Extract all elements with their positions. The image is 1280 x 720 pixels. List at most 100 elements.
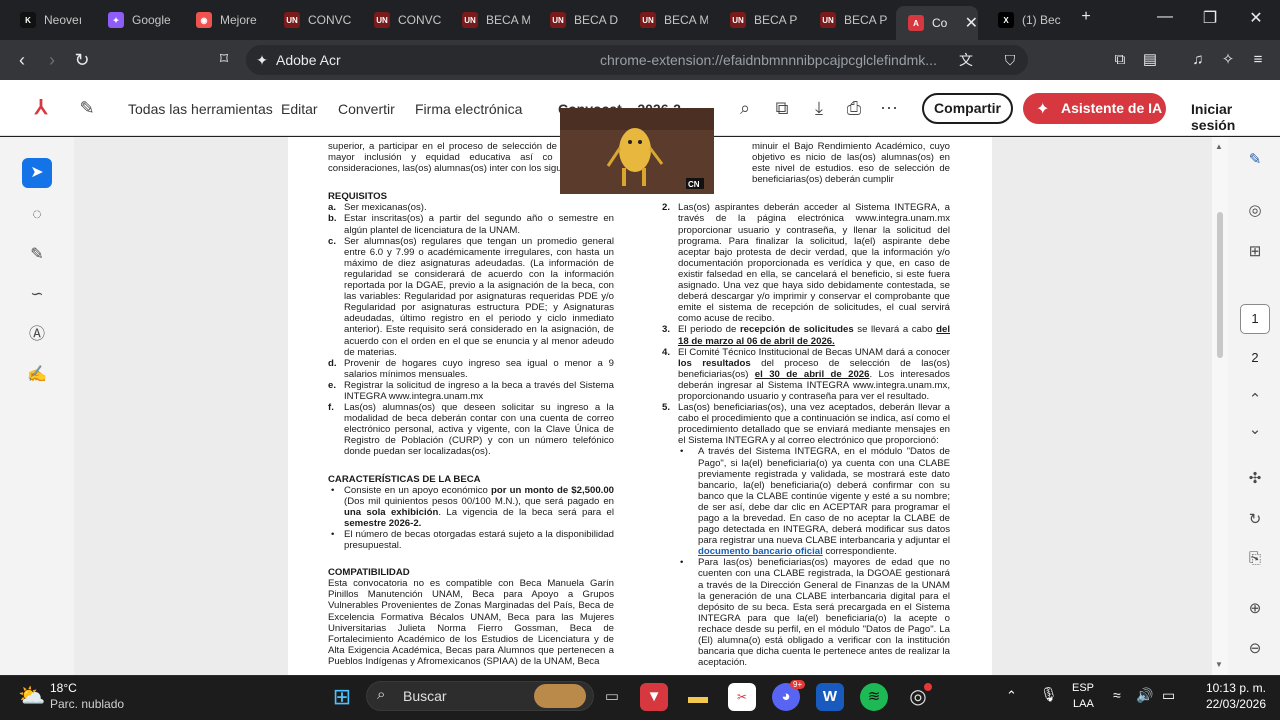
sub-bullet: A través del Sistema INTEGRA, en el módu… <box>678 446 950 557</box>
acrobat-logo-icon[interactable]: ⅄ <box>30 97 52 119</box>
rotate-icon[interactable]: ↻ <box>1243 508 1267 532</box>
highlight-pen-icon[interactable]: ✎ <box>22 240 52 270</box>
video-overlay[interactable]: CN <box>560 108 714 194</box>
tab-favicon-icon: ◉ <box>196 12 212 28</box>
volume-icon[interactable]: 🔊 <box>1136 687 1153 704</box>
extensions-icon[interactable]: ⧉ <box>1108 48 1132 72</box>
browser-tab[interactable]: X (1) Bec <box>986 6 1072 34</box>
edit-document-icon[interactable]: ✎ <box>1243 148 1267 172</box>
page-thumb-2[interactable]: 2 <box>1240 346 1270 370</box>
numbered-item: 5. Las(os) beneficiarias(os), una vez ace… <box>662 402 950 447</box>
zoom-out-icon[interactable]: ⊖ <box>1243 637 1267 661</box>
tab-title: Mejore <box>220 13 257 27</box>
pdf-page[interactable]: superior, a participar en el proceso de … <box>288 137 992 675</box>
menu-icon[interactable]: ≡ <box>1246 48 1270 72</box>
browser-tab[interactable]: UN BECA P <box>718 6 804 34</box>
search-icon[interactable]: ⌕ <box>734 97 756 119</box>
windows-start-icon[interactable]: ⊞ <box>328 683 356 711</box>
browser-tab[interactable]: ◉ Mejore <box>184 6 270 34</box>
zoom-in-icon[interactable]: ⊕ <box>1243 597 1267 621</box>
browser-tab[interactable]: UN BECA M <box>450 6 536 34</box>
weather-temp[interactable]: 18°C <box>50 681 77 695</box>
wifi-icon[interactable]: ≈ <box>1113 687 1121 703</box>
minimize-button[interactable]: — <box>1153 8 1177 26</box>
bookmark-icon[interactable]: ⌑ <box>212 48 236 72</box>
select-cursor-icon[interactable]: ➤ <box>22 158 52 188</box>
page-view-icon[interactable]: ⧉ <box>771 97 793 119</box>
text-box-icon[interactable]: Ⓐ <box>22 320 52 350</box>
page-thumb-1[interactable]: 1 <box>1240 304 1270 334</box>
numbered-item: 3. El periodo de recepción de solicitudes… <box>662 324 950 347</box>
scrollbar-thumb[interactable] <box>1217 212 1223 358</box>
media-icon[interactable]: ♫ <box>1186 48 1210 72</box>
browser-tab[interactable]: UN CONVC <box>362 6 448 34</box>
back-icon[interactable]: ‹ <box>10 48 34 72</box>
tray-chevron-icon[interactable]: ⌃ <box>1006 688 1017 704</box>
browser-tab[interactable]: UN CONVC <box>272 6 358 34</box>
more-options-icon[interactable]: ⋯ <box>878 97 900 119</box>
comment-panel-icon[interactable]: ◎ <box>1243 199 1267 223</box>
clock-date[interactable]: 22/03/2026 <box>1200 697 1266 711</box>
draw-freehand-icon[interactable]: ∽ <box>22 280 52 310</box>
menu-esign[interactable]: Firma electrónica <box>415 101 522 117</box>
scroll-up-icon[interactable]: ▲ <box>1215 142 1223 151</box>
tab-favicon-icon: UN <box>374 12 390 28</box>
download-icon[interactable]: ⤓ <box>808 97 830 119</box>
browser-tab[interactable]: A Co ✕ <box>896 6 978 40</box>
tab-title: Co <box>932 16 948 30</box>
search-icon: ⌕ <box>377 686 386 703</box>
tab-favicon-icon: UN <box>820 12 836 28</box>
scroll-down-icon[interactable]: ▼ <box>1215 660 1223 669</box>
tab-close-icon[interactable]: ✕ <box>965 13 978 33</box>
share-button[interactable]: Compartir <box>922 93 1013 124</box>
lang-esp[interactable]: ESP <box>1072 682 1094 694</box>
word-icon[interactable]: W <box>816 683 844 711</box>
tab-title: BECA P <box>754 13 798 27</box>
comment-icon[interactable]: ◌ <box>22 200 52 230</box>
thumbnails-grid-icon[interactable]: ⊞ <box>1243 240 1267 264</box>
browser-tab[interactable]: ✦ Google <box>96 6 182 34</box>
brave-browser-icon[interactable]: ▼ <box>640 683 668 711</box>
menu-convert[interactable]: Convertir <box>338 101 395 117</box>
reader-mode-icon[interactable]: ▤ <box>1138 48 1162 72</box>
clock-time[interactable]: 10:13 p. m. <box>1200 681 1266 695</box>
snipping-tool-icon[interactable]: ✂ <box>728 683 756 711</box>
requisito-item: f. Las(os) alumnas(os) que deseen solicit… <box>328 402 614 458</box>
microphone-icon[interactable]: 🎙 <box>1040 686 1058 703</box>
tab-title: Google <box>132 13 171 27</box>
page-down-icon[interactable]: ⌄ <box>1243 418 1267 442</box>
menu-edit[interactable]: Editar <box>281 101 318 117</box>
sign-icon[interactable]: ✍ <box>22 360 52 390</box>
save-page-icon[interactable]: ⎘ <box>1243 547 1267 571</box>
browser-tab[interactable]: UN BECA D <box>538 6 624 34</box>
search-highlight-image[interactable] <box>534 684 586 708</box>
new-tab-button[interactable]: + <box>1074 8 1098 26</box>
auto-scroll-icon[interactable]: ✣ <box>1243 467 1267 491</box>
brave-shield-icon[interactable]: ⛉ <box>998 48 1022 72</box>
browser-tab[interactable]: UN BECA P <box>808 6 894 34</box>
maximize-button[interactable]: ❐ <box>1198 8 1222 28</box>
menu-all-tools[interactable]: Todas las herramientas <box>128 101 273 117</box>
ai-tools-icon[interactable]: ✎ <box>76 97 98 119</box>
page-up-icon[interactable]: ⌃ <box>1243 388 1267 412</box>
print-icon[interactable]: ⎙ <box>843 97 865 119</box>
tab-title: (1) Bec <box>1022 13 1061 27</box>
file-explorer-icon[interactable]: ▬ <box>684 683 712 711</box>
spotify-icon[interactable]: ≋ <box>860 683 888 711</box>
forward-icon[interactable]: › <box>40 48 64 72</box>
weather-icon[interactable]: ⛅ <box>18 683 45 709</box>
signin-link[interactable]: Iniciar sesión <box>1191 101 1280 133</box>
url-text[interactable]: chrome-extension://efaidnbmnnnibpcajpcgl… <box>600 52 937 68</box>
browser-tab[interactable]: UN BECA M <box>628 6 714 34</box>
translate-icon[interactable]: 文 <box>954 48 978 72</box>
browser-tab[interactable]: K Neoveı <box>8 6 94 34</box>
battery-icon[interactable]: ▭ <box>1162 687 1175 704</box>
bank-document-link[interactable]: documento bancario oficial <box>698 546 823 557</box>
reload-icon[interactable]: ↻ <box>70 48 94 72</box>
weather-desc[interactable]: Parc. nublado <box>50 697 124 711</box>
task-view-icon[interactable]: ▭ <box>598 683 626 711</box>
leo-ai-icon[interactable]: ✧ <box>1216 48 1240 72</box>
close-window-button[interactable]: ✕ <box>1244 8 1268 28</box>
lang-laa[interactable]: LAA <box>1073 698 1094 710</box>
tab-title: CONVC <box>398 13 442 27</box>
